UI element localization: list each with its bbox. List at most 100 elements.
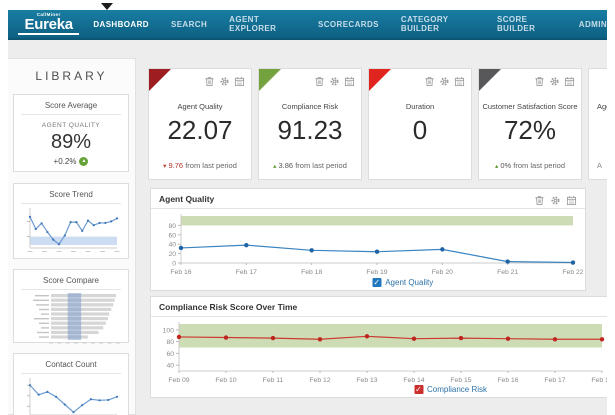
delta-arrow-icon: ▴ bbox=[273, 163, 277, 170]
library-widget-score-compare[interactable]: Score Compare bbox=[13, 269, 129, 344]
card-toolbar bbox=[424, 74, 465, 87]
kpi-value: 72% bbox=[503, 115, 557, 145]
calendar-icon[interactable] bbox=[234, 74, 245, 87]
delta-arrow-icon: ▴ bbox=[495, 163, 499, 170]
legend-checkbox[interactable]: ✓ bbox=[414, 385, 423, 394]
kpi-card-compliance-risk: Compliance Risk 91.23 ▴ 3.86 from last p… bbox=[258, 68, 362, 180]
widget-title: Score Compare bbox=[21, 270, 121, 290]
gear-icon[interactable] bbox=[549, 74, 560, 86]
gear-icon[interactable] bbox=[219, 74, 230, 86]
kpi-delta: ▴ 3.86 from last period bbox=[259, 161, 361, 170]
svg-text:Feb 14: Feb 14 bbox=[403, 377, 424, 384]
trash-icon[interactable] bbox=[534, 193, 545, 205]
chart-title: Compliance Risk Score Over Time bbox=[159, 302, 298, 312]
nav-menu: DASHBOARD SEARCH AGENT EXPLORER SCORECAR… bbox=[93, 15, 607, 33]
kpi-card-agent-quality: Agent Quality 22.07 ▾ 9.76 from last per… bbox=[148, 68, 252, 180]
delta-number: 9.76 bbox=[168, 161, 184, 170]
svg-text:Feb 17: Feb 17 bbox=[544, 377, 565, 384]
svg-text:Feb 15: Feb 15 bbox=[450, 377, 471, 384]
compliance-risk-chart-card: Compliance Risk Score Over Time 40 60 80 10… bbox=[150, 296, 607, 398]
flag-icon bbox=[259, 69, 281, 91]
library-widget-score-average[interactable]: Score Average AGENT QUALITY 89% +0.2% ▲ bbox=[13, 94, 129, 172]
legend-label: Compliance Risk bbox=[427, 385, 488, 394]
svg-text:Feb 22: Feb 22 bbox=[562, 269, 583, 276]
flag-icon bbox=[149, 69, 171, 91]
trash-icon[interactable] bbox=[534, 74, 545, 86]
score-compare-barchart bbox=[14, 292, 128, 351]
calendar-icon[interactable] bbox=[566, 193, 577, 206]
svg-text:Feb 10: Feb 10 bbox=[215, 377, 236, 384]
agent-quality-line-chart: 0 20 40 60 80 Feb 16 Feb 17 Feb 18 Feb 19 Feb 20 F… bbox=[155, 211, 585, 282]
kpi-title: Customer Satisfaction Score bbox=[482, 102, 578, 111]
svg-text:Feb 18: Feb 18 bbox=[301, 269, 322, 276]
contact-count-sparkline bbox=[14, 376, 128, 415]
legend-label: Agent Quality bbox=[385, 278, 434, 287]
legend-checkbox[interactable]: ✓ bbox=[372, 278, 382, 287]
trash-icon[interactable] bbox=[314, 74, 325, 86]
nav-item-category-builder[interactable]: CATEGORY BUILDER bbox=[401, 15, 475, 33]
nav-item-scorecards[interactable]: SCORECARDS bbox=[318, 20, 379, 29]
delta-suffix: from last period bbox=[185, 161, 237, 170]
svg-text:Feb 09: Feb 09 bbox=[168, 377, 189, 384]
widget-title: Contact Count bbox=[21, 354, 121, 374]
library-widget-score-trend[interactable]: Score Trend bbox=[13, 183, 129, 259]
score-average-metric: AGENT QUALITY bbox=[41, 122, 101, 129]
svg-text:0: 0 bbox=[172, 261, 176, 268]
kpi-card-partial: Age A bbox=[588, 68, 607, 180]
top-nav: CallMiner Eureka DASHBOARD SEARCH AGENT … bbox=[8, 10, 607, 40]
compliance-risk-legend: ✓ Compliance Risk bbox=[414, 385, 487, 394]
delta-number: 3.86 bbox=[278, 161, 294, 170]
widget-title: Score Average bbox=[21, 95, 121, 115]
eureka-logo[interactable]: CallMiner Eureka bbox=[18, 12, 80, 36]
svg-text:40: 40 bbox=[168, 242, 176, 249]
delta-suffix: from last period bbox=[513, 161, 565, 170]
nav-item-admin[interactable]: ADMIN bbox=[579, 20, 607, 29]
svg-text:20: 20 bbox=[168, 251, 176, 258]
gear-icon[interactable] bbox=[329, 74, 340, 86]
svg-text:Feb 19: Feb 19 bbox=[366, 269, 387, 276]
trash-icon[interactable] bbox=[204, 74, 215, 86]
active-tab-caret bbox=[101, 3, 113, 10]
trash-icon[interactable] bbox=[424, 74, 435, 86]
svg-text:100: 100 bbox=[163, 327, 175, 334]
svg-text:60: 60 bbox=[168, 232, 176, 239]
kpi-delta: A bbox=[589, 161, 607, 170]
svg-text:Feb 13: Feb 13 bbox=[356, 377, 377, 384]
kpi-delta: ▴ 0% from last period bbox=[479, 161, 581, 170]
nav-item-score-builder[interactable]: SCORE BUILDER bbox=[497, 15, 557, 33]
library-title: LIBRARY bbox=[35, 69, 108, 83]
agent-quality-chart-card: Agent Quality 0 20 40 60 80 Feb 16 Feb 17 Feb 1… bbox=[150, 188, 586, 291]
svg-text:80: 80 bbox=[168, 223, 176, 230]
up-arrow-circle-icon: ▲ bbox=[79, 157, 89, 166]
svg-text:Feb 16: Feb 16 bbox=[497, 377, 518, 384]
nav-item-dashboard[interactable]: DASHBOARD bbox=[93, 20, 149, 29]
kpi-title: Duration bbox=[405, 102, 435, 111]
card-toolbar bbox=[314, 74, 355, 87]
library-widget-contact-count[interactable]: Contact Count bbox=[13, 353, 129, 415]
kpi-title: Agent Quality bbox=[177, 102, 223, 111]
kpi-card-duration: Duration 0 bbox=[368, 68, 472, 180]
nav-item-search[interactable]: SEARCH bbox=[171, 20, 207, 29]
svg-text:Feb 20: Feb 20 bbox=[432, 269, 453, 276]
chart-header: Compliance Risk Score Over Time bbox=[151, 297, 607, 317]
delta-number: A bbox=[597, 161, 603, 170]
calendar-icon[interactable] bbox=[344, 74, 355, 87]
kpi-value: 0 bbox=[412, 115, 428, 145]
delta-suffix: from last period bbox=[295, 161, 347, 170]
gear-icon[interactable] bbox=[550, 193, 561, 205]
kpi-value: 91.23 bbox=[277, 115, 343, 145]
card-toolbar bbox=[204, 74, 245, 87]
score-average-delta-text: +0.2% bbox=[53, 157, 77, 166]
gear-icon[interactable] bbox=[439, 74, 450, 86]
library-sidebar: LIBRARY Score Average AGENT QUALITY 89% … bbox=[8, 58, 136, 415]
svg-text:Feb 12: Feb 12 bbox=[309, 377, 330, 384]
nav-item-agent-explorer[interactable]: AGENT EXPLORER bbox=[229, 15, 296, 33]
svg-text:Feb 17: Feb 17 bbox=[236, 269, 257, 276]
score-average-value: 89% bbox=[50, 131, 92, 153]
kpi-value: 22.07 bbox=[167, 115, 233, 145]
calendar-icon[interactable] bbox=[564, 74, 575, 87]
kpi-title: Compliance Risk bbox=[281, 102, 339, 111]
delta-arrow-icon: ▾ bbox=[163, 163, 167, 170]
calendar-icon[interactable] bbox=[454, 74, 465, 87]
agent-quality-legend: ✓ Agent Quality bbox=[372, 278, 433, 287]
